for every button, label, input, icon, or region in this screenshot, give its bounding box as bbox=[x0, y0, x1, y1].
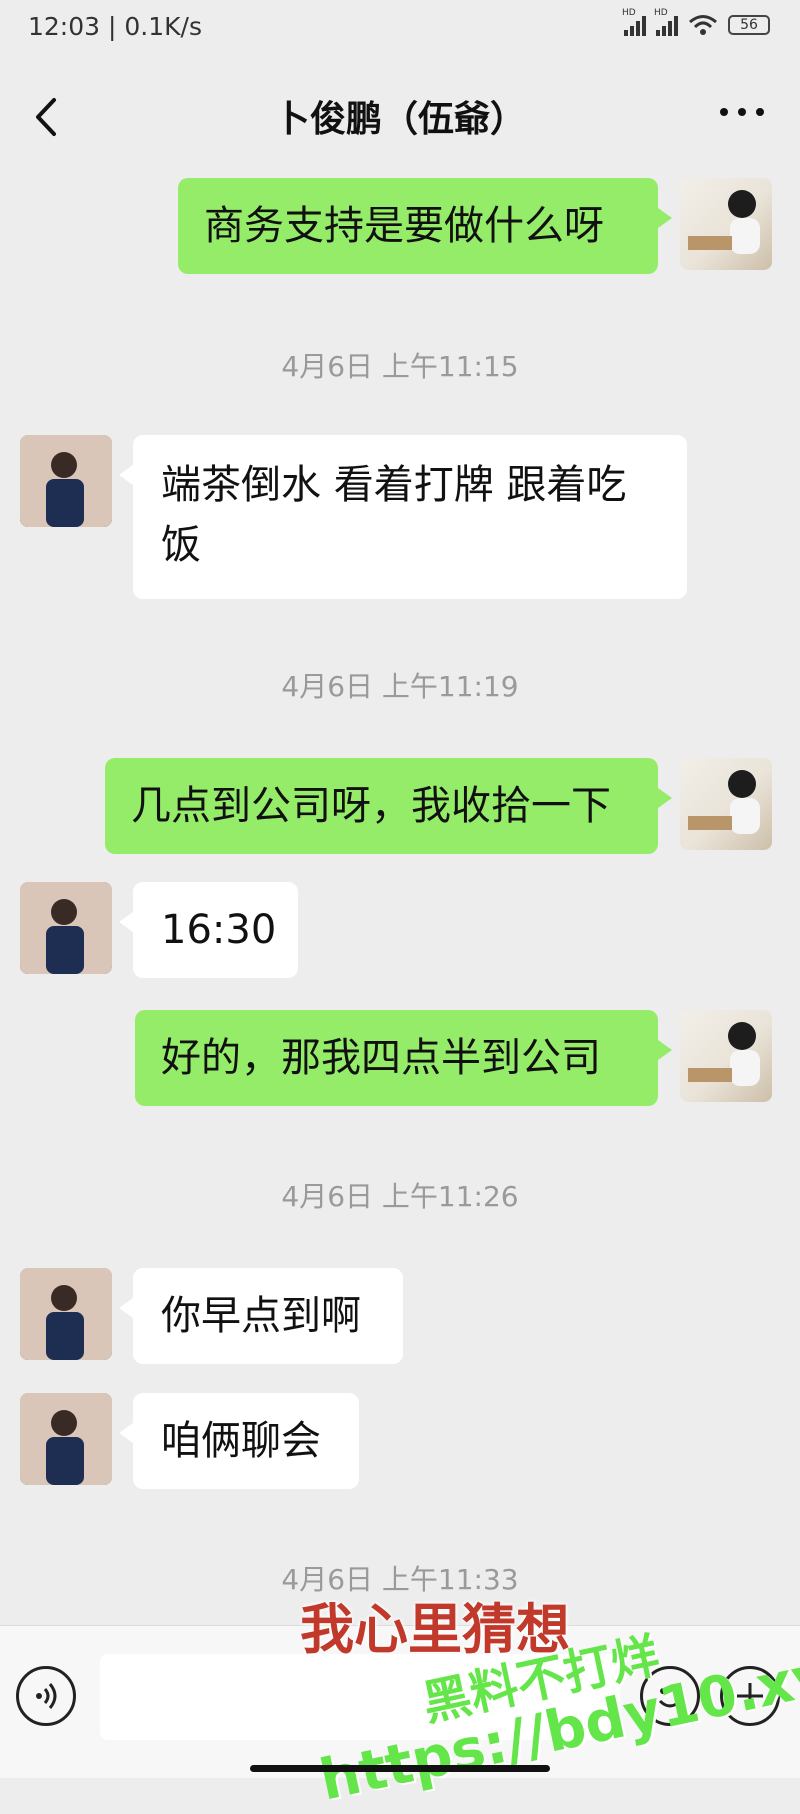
timestamp: 4月6日 上午11:15 bbox=[281, 350, 519, 383]
status-time-speed: 12:03 | 0.1K/s bbox=[28, 12, 202, 41]
message-bubble-received[interactable]: 咱俩聊会 bbox=[119, 1393, 359, 1489]
home-indicator[interactable] bbox=[250, 1765, 550, 1772]
message-text: 你早点到啊 bbox=[161, 1293, 361, 1339]
message-bubble-received[interactable]: 16:30 bbox=[119, 882, 298, 978]
avatar-contact-image bbox=[20, 882, 112, 974]
message-bubble-sent[interactable]: 好的，那我四点半到公司 bbox=[135, 1010, 672, 1106]
avatar-contact[interactable] bbox=[20, 882, 112, 974]
hd-label: HD bbox=[654, 8, 668, 18]
status-bar: 12:03 | 0.1K/s HD HD 56 bbox=[0, 0, 800, 54]
avatar-contact[interactable] bbox=[20, 435, 112, 527]
status-time: 12:03 bbox=[28, 12, 101, 41]
avatar-contact[interactable] bbox=[20, 1393, 112, 1485]
avatar-contact-image bbox=[20, 1268, 112, 1360]
message-text: 商务支持是要做什么呀 bbox=[204, 203, 604, 249]
avatar-me-image bbox=[688, 770, 760, 834]
message-text: 16:30 bbox=[161, 907, 277, 953]
message-text: 好的，那我四点半到公司 bbox=[161, 1035, 601, 1081]
wifi-icon bbox=[689, 15, 717, 35]
message-bubble-received[interactable]: 你早点到啊 bbox=[119, 1268, 403, 1364]
avatar-contact-image bbox=[20, 1393, 112, 1485]
message-text: 端茶倒水 看着打牌 跟着吃饭 bbox=[161, 462, 627, 568]
timestamp: 4月6日 上午11:19 bbox=[281, 670, 519, 703]
message-text: 几点到公司呀，我收拾一下 bbox=[131, 783, 611, 829]
status-icons: HD HD 56 bbox=[622, 8, 770, 36]
signal-icon: HD bbox=[654, 8, 678, 36]
status-separator: | bbox=[108, 12, 125, 41]
avatar-me-image bbox=[688, 190, 760, 254]
avatar-me[interactable] bbox=[680, 758, 772, 850]
avatar-contact[interactable] bbox=[20, 1268, 112, 1360]
more-dots-icon[interactable] bbox=[712, 92, 772, 132]
message-bubble-sent[interactable]: 几点到公司呀，我收拾一下 bbox=[105, 758, 672, 854]
timestamp: 4月6日 上午11:26 bbox=[281, 1180, 519, 1213]
signal-icon: HD bbox=[622, 8, 646, 36]
chat-title: 卜俊鹏（伍爺） bbox=[273, 99, 526, 140]
network-speed: 0.1K/s bbox=[124, 12, 202, 41]
voice-icon[interactable] bbox=[16, 1666, 76, 1726]
avatar-me-image bbox=[688, 1022, 760, 1086]
message-bubble-received[interactable]: 端茶倒水 看着打牌 跟着吃饭 bbox=[119, 435, 687, 599]
message-bubble-sent[interactable]: 商务支持是要做什么呀 bbox=[178, 178, 672, 274]
message-text: 咱俩聊会 bbox=[161, 1418, 321, 1464]
chat-header: 卜俊鹏（伍爺） bbox=[0, 60, 800, 170]
battery-icon: 56 bbox=[728, 15, 770, 35]
battery-level: 56 bbox=[740, 17, 758, 33]
hd-label: HD bbox=[622, 8, 636, 18]
avatar-contact-image bbox=[20, 435, 112, 527]
avatar-me[interactable] bbox=[680, 178, 772, 270]
avatar-me[interactable] bbox=[680, 1010, 772, 1102]
